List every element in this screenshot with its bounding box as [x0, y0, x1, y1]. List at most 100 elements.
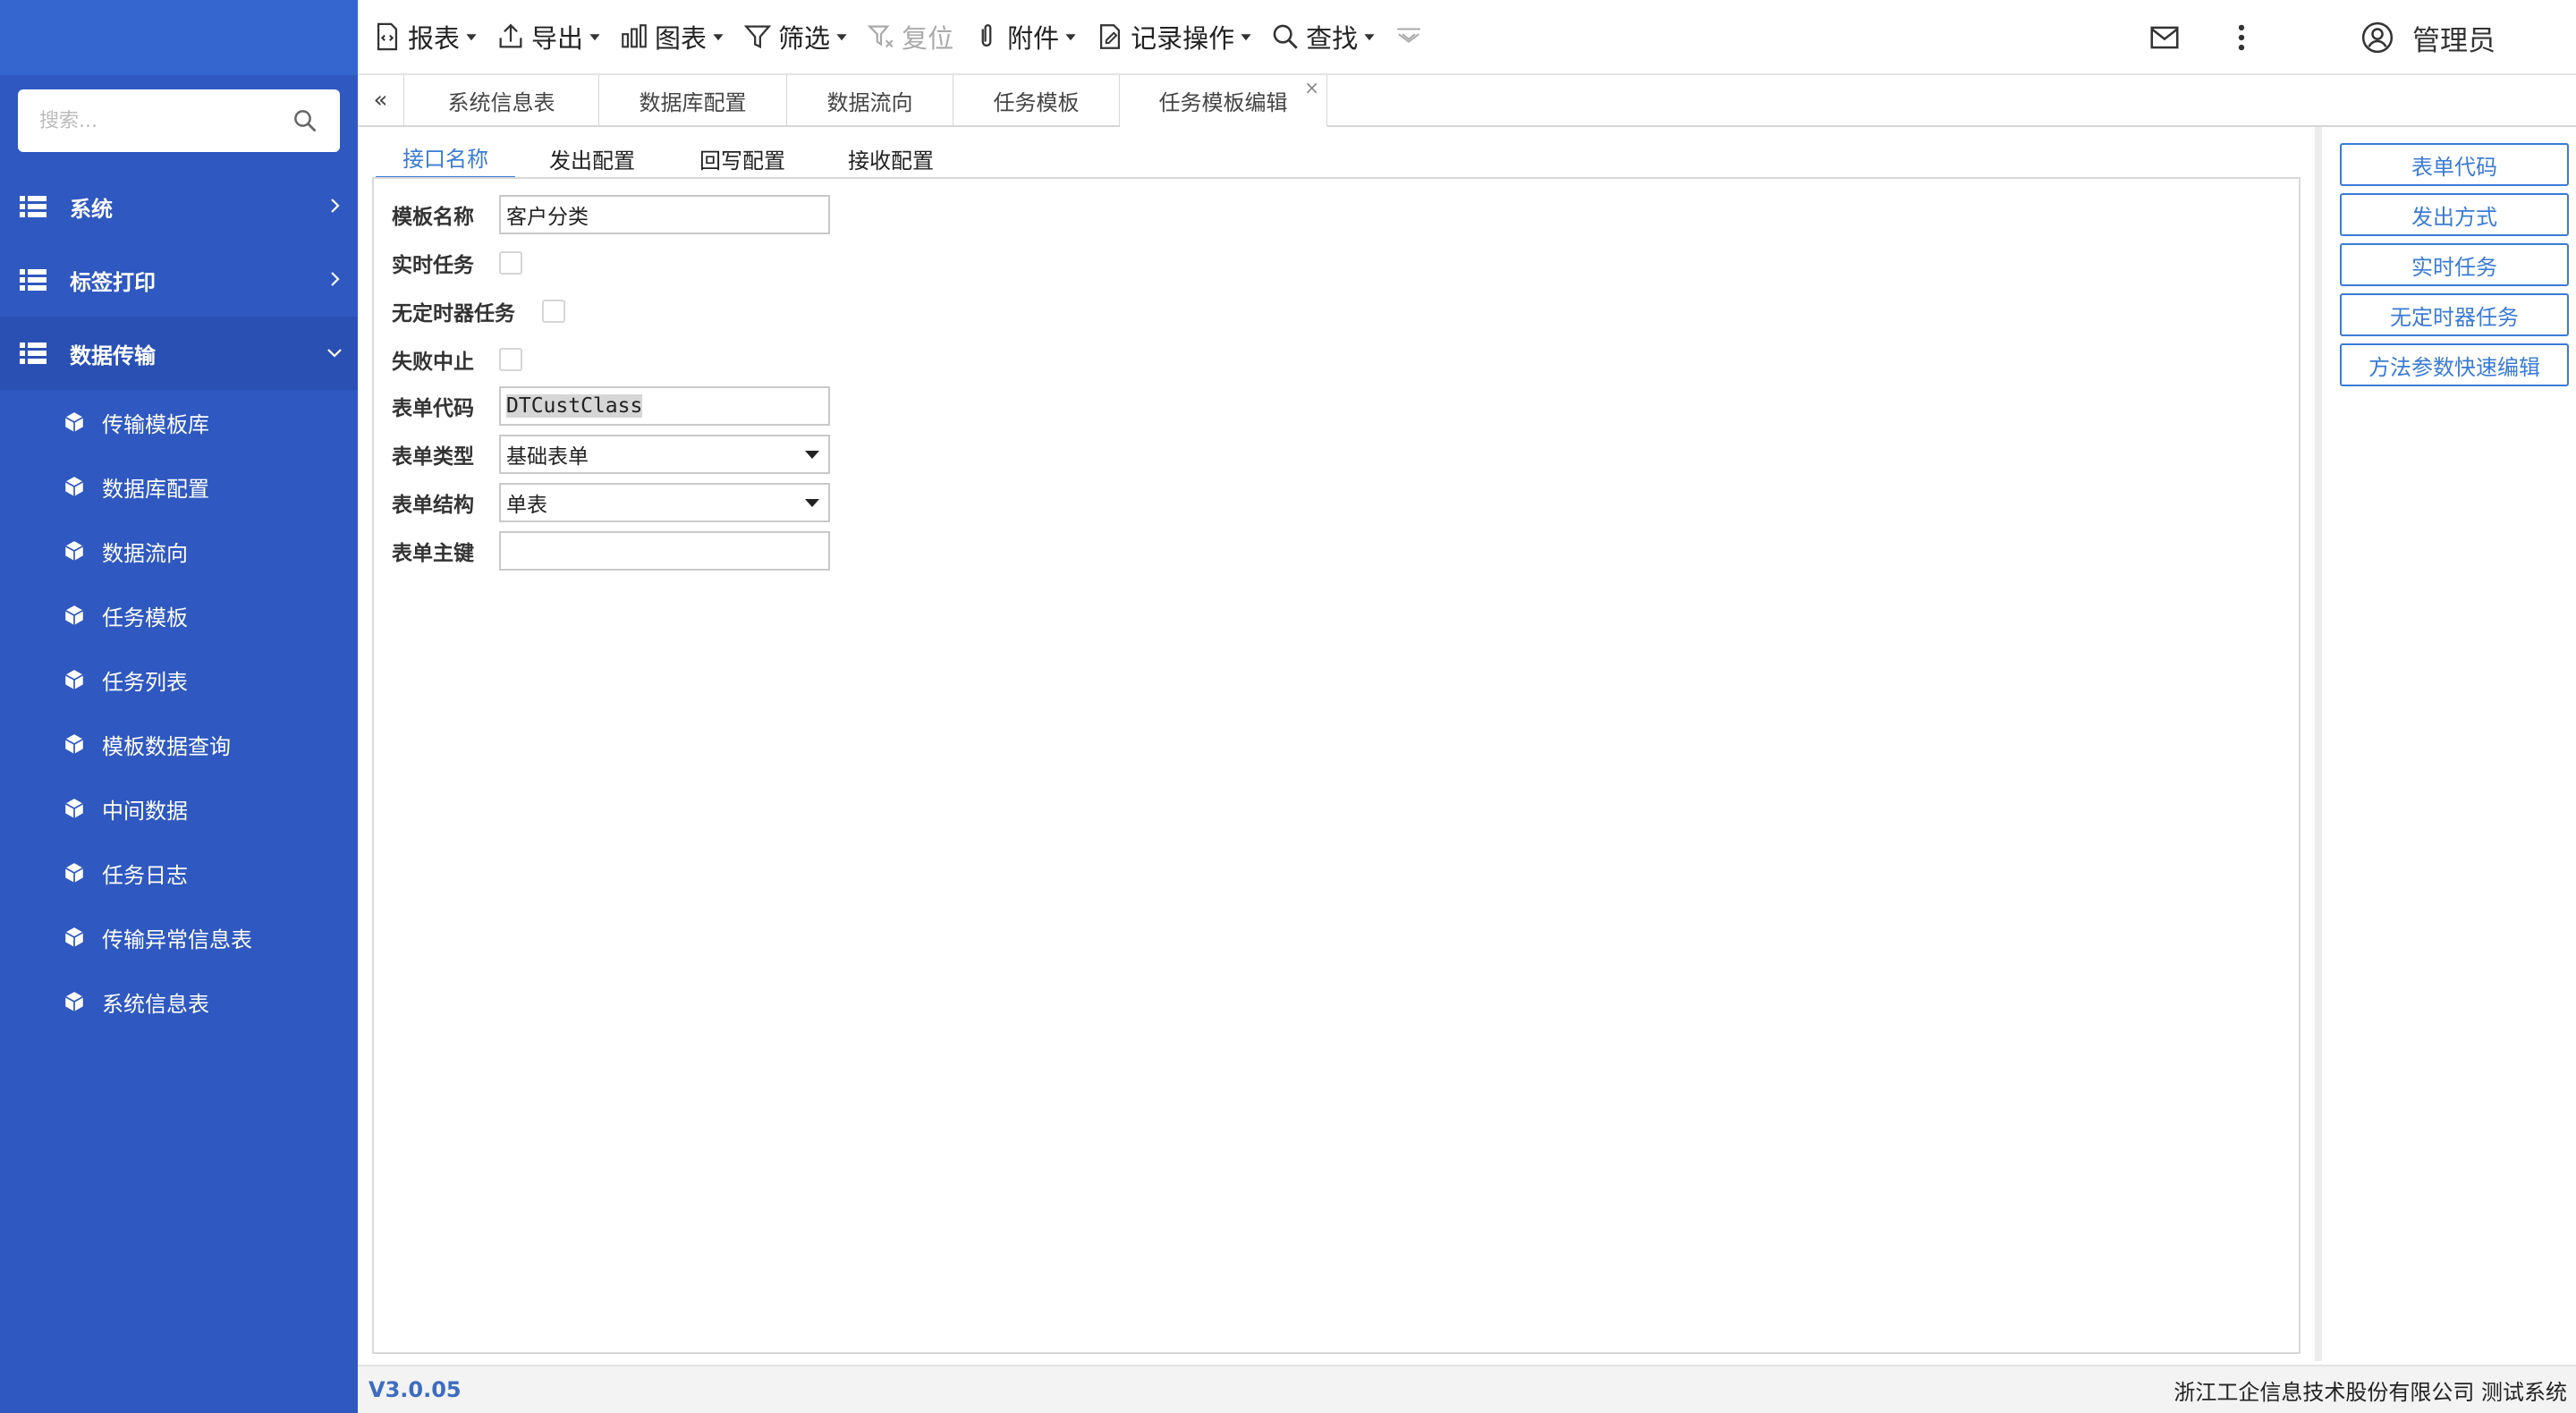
- form-type-value: 基础表单: [506, 445, 589, 469]
- send-method-button[interactable]: 发出方式: [2340, 193, 2569, 236]
- close-icon[interactable]: ×: [1304, 77, 1319, 98]
- form-row-realtime-task: 实时任务: [392, 243, 522, 283]
- attachment-label: 附件: [1007, 23, 1060, 54]
- form-structure-label: 表单结构: [392, 494, 474, 517]
- reset-filter-button[interactable]: 复位: [857, 0, 962, 74]
- list-icon: [20, 196, 47, 217]
- chevron-right-icon: [331, 199, 340, 213]
- sidebar-item[interactable]: 传输异常信息表: [0, 905, 358, 969]
- chart-button[interactable]: 图表: [610, 0, 733, 74]
- collapse-sidebar-button[interactable]: «: [358, 75, 404, 125]
- user-menu[interactable]: 管理员: [2360, 18, 2496, 58]
- sidebar-submenu: 传输模板库数据库配置数据流向任务模板任务列表模板数据查询中间数据任务日志传输异常…: [0, 390, 358, 1034]
- caret-down-icon: [589, 34, 600, 41]
- tab-task-template[interactable]: 任务模板: [953, 75, 1120, 125]
- tab-writeback-config[interactable]: 回写配置: [669, 138, 816, 179]
- search-icon: [1273, 24, 1298, 49]
- sidebar-group-label-print[interactable]: 标签打印: [0, 243, 358, 317]
- search-icon[interactable]: [292, 107, 318, 134]
- sidebar-group-data-transfer[interactable]: 数据传输: [0, 317, 358, 390]
- sidebar-search-input[interactable]: [39, 109, 292, 132]
- record-operation-button[interactable]: 记录操作: [1086, 0, 1261, 74]
- method-param-quick-edit-button[interactable]: 方法参数快速编辑: [2340, 343, 2569, 386]
- sidebar-item[interactable]: 数据流向: [0, 519, 358, 583]
- cube-icon: [64, 477, 84, 496]
- sidebar-item[interactable]: 系统信息表: [0, 969, 358, 1034]
- sidebar-group-system[interactable]: 系统: [0, 170, 358, 243]
- sidebar-item[interactable]: 任务列表: [0, 647, 358, 712]
- inner-tabs: 接口名称 发出配置 回写配置 接收配置: [376, 138, 966, 179]
- chevron-down-icon: [327, 349, 342, 358]
- form-type-select[interactable]: 基础表单: [499, 435, 830, 474]
- report-icon: [377, 22, 398, 51]
- realtime-task-checkbox[interactable]: [499, 251, 522, 275]
- export-icon: [499, 23, 522, 48]
- sidebar-item[interactable]: 模板数据查询: [0, 712, 358, 776]
- attachment-button[interactable]: 附件: [962, 0, 1086, 74]
- cube-icon: [64, 927, 84, 947]
- sidebar-item[interactable]: 数据库配置: [0, 454, 358, 519]
- tab-receive-config[interactable]: 接收配置: [816, 138, 966, 179]
- tab-data-flow[interactable]: 数据流向: [787, 75, 953, 125]
- sidebar-item-label: 传输模板库: [102, 411, 209, 437]
- form-row-template-name: 模板名称: [392, 195, 830, 234]
- more-vertical-icon[interactable]: [2224, 21, 2258, 55]
- form-panel: 模板名称 实时任务 无定时器任务 失败中止 表单代码 DTCustClass 表…: [372, 177, 2301, 1354]
- user-avatar-icon: [2361, 21, 2394, 54]
- tab-system-info[interactable]: 系统信息表: [404, 75, 599, 125]
- fail-abort-checkbox[interactable]: [499, 348, 522, 371]
- sidebar-group-label: 系统: [70, 196, 113, 222]
- mail-icon[interactable]: [2148, 21, 2182, 55]
- report-label: 报表: [408, 23, 461, 54]
- user-name: 管理员: [2412, 24, 2496, 57]
- form-type-label: 表单类型: [392, 445, 474, 469]
- form-code-button[interactable]: 表单代码: [2340, 143, 2569, 186]
- filter-reset-icon: [867, 25, 894, 48]
- export-label: 导出: [531, 23, 584, 54]
- tab-task-template-edit[interactable]: 任务模板编辑 ×: [1120, 75, 1327, 127]
- cube-icon: [64, 799, 84, 818]
- sidebar-item-label: 任务列表: [102, 669, 188, 695]
- more-collapse-button[interactable]: [1385, 0, 1438, 74]
- cube-icon: [64, 605, 84, 625]
- sidebar-item-label: 数据流向: [102, 540, 188, 566]
- form-row-form-key: 表单主键: [392, 531, 830, 571]
- sidebar-item-label: 模板数据查询: [102, 733, 231, 759]
- form-code-field[interactable]: DTCustClass: [499, 386, 830, 426]
- form-row-fail-abort: 失败中止: [392, 340, 522, 379]
- sidebar-item[interactable]: 任务模板: [0, 583, 358, 647]
- sidebar: 系统 标签打印 数据传输 传输模板库数据库配置数据流向任务模板任务列表模板数据查…: [0, 0, 358, 1413]
- find-button[interactable]: 查找: [1261, 0, 1385, 74]
- caret-down-icon: [1364, 34, 1375, 41]
- paperclip-icon: [981, 24, 992, 47]
- form-key-label: 表单主键: [392, 542, 474, 565]
- chart-label: 图表: [655, 23, 708, 54]
- no-timer-task-checkbox[interactable]: [542, 300, 565, 323]
- list-icon: [20, 269, 47, 291]
- form-key-field[interactable]: [499, 531, 830, 571]
- tab-database-config[interactable]: 数据库配置: [599, 75, 787, 125]
- filter-icon: [743, 25, 772, 49]
- collapse-down-icon: [1397, 28, 1420, 43]
- no-timer-task-button[interactable]: 无定时器任务: [2340, 293, 2569, 336]
- export-button[interactable]: 导出: [487, 0, 610, 74]
- tab-label: 任务模板编辑: [1158, 89, 1288, 115]
- top-toolbar: 报表 导出 图表 筛选 复位 附件 记录操作 查找 管理员: [358, 0, 2576, 75]
- sidebar-item-label: 系统信息表: [102, 991, 209, 1017]
- report-button[interactable]: 报表: [363, 0, 487, 74]
- template-name-field[interactable]: [499, 195, 830, 234]
- filter-button[interactable]: 筛选: [733, 0, 857, 74]
- tab-send-config[interactable]: 发出配置: [515, 138, 669, 179]
- cube-icon: [64, 412, 84, 432]
- realtime-task-label: 实时任务: [392, 254, 474, 277]
- sidebar-item[interactable]: 中间数据: [0, 776, 358, 841]
- form-row-form-code: 表单代码 DTCustClass: [392, 386, 830, 426]
- sidebar-item[interactable]: 任务日志: [0, 841, 358, 905]
- sidebar-item[interactable]: 传输模板库: [0, 390, 358, 454]
- sidebar-item-label: 任务日志: [102, 862, 188, 888]
- sidebar-search[interactable]: [18, 89, 340, 152]
- sidebar-item-label: 传输异常信息表: [102, 926, 252, 952]
- realtime-task-button[interactable]: 实时任务: [2340, 243, 2569, 286]
- form-structure-select[interactable]: 单表: [499, 483, 830, 522]
- tab-interface-name[interactable]: 接口名称: [376, 138, 515, 179]
